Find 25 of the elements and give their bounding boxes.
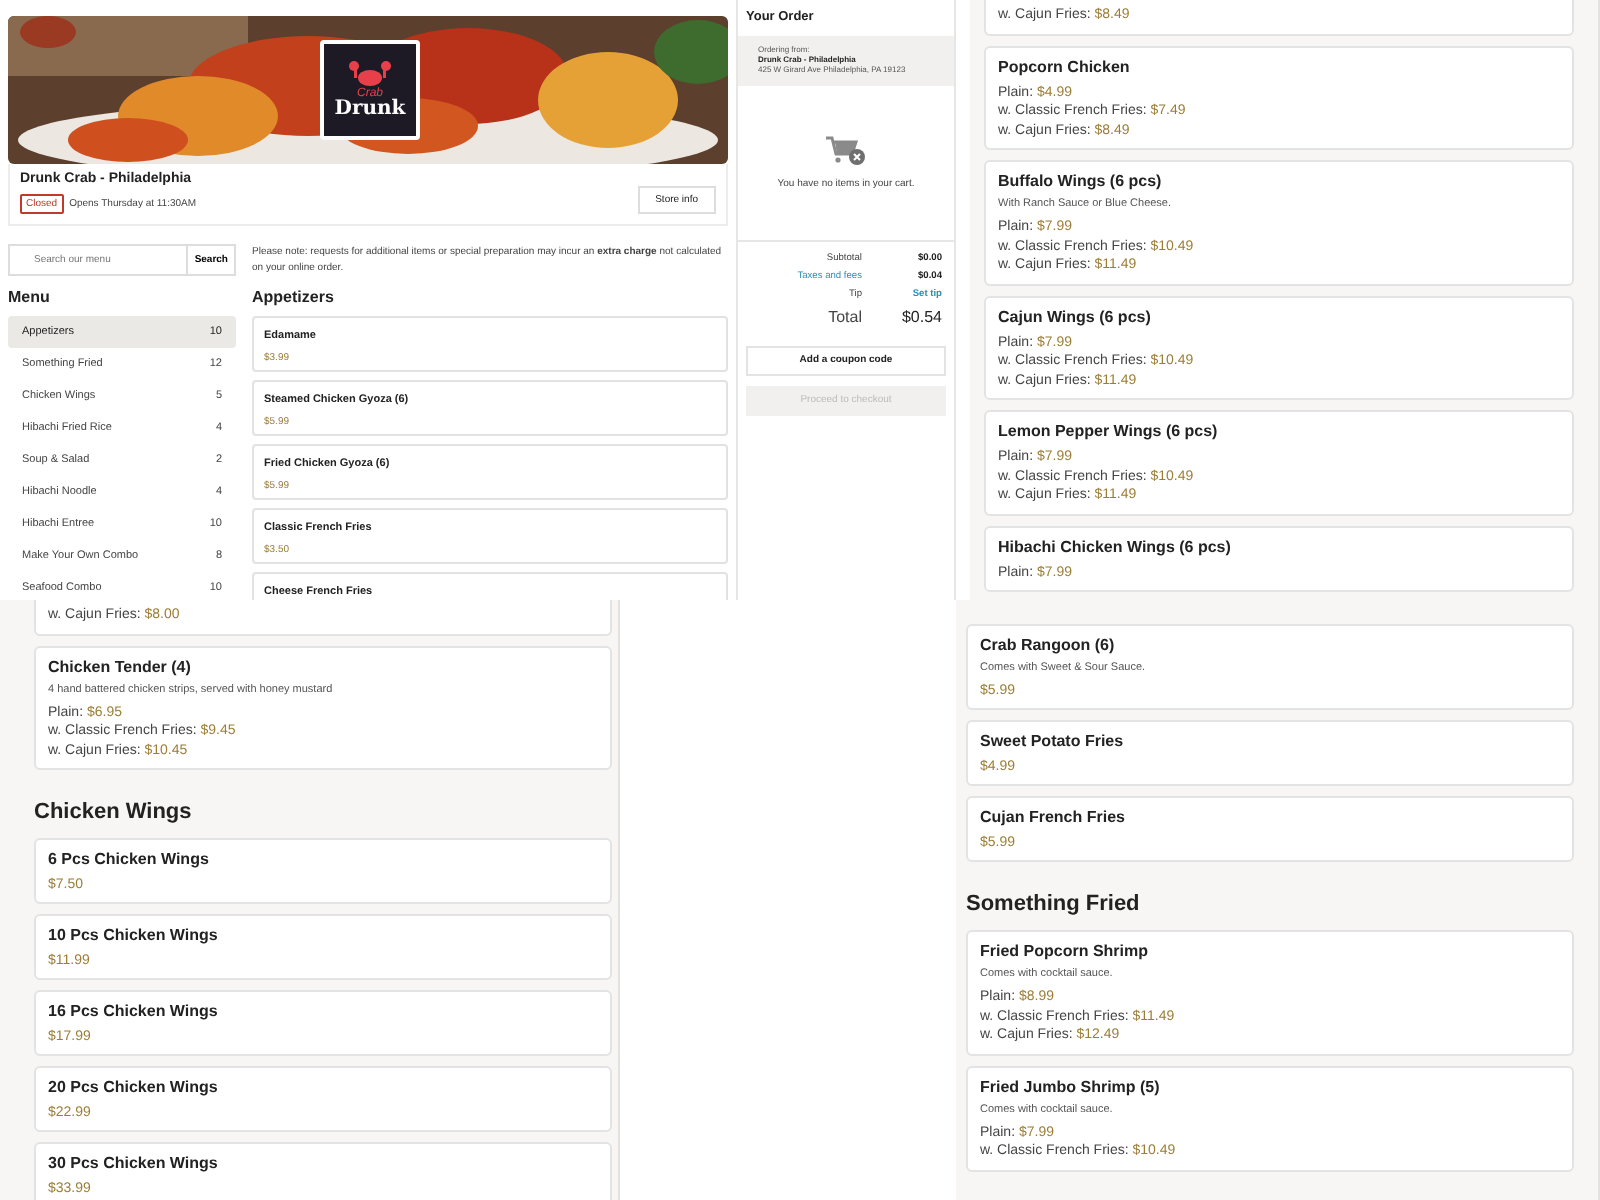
menu-heading: Menu — [8, 288, 52, 306]
item-name: 10 Pcs Chicken Wings — [48, 926, 220, 946]
item-name: 6 Pcs Chicken Wings — [48, 850, 211, 870]
empty-cart-icon — [826, 134, 866, 167]
item-name: Hibachi Chicken Wings (6 pcs) — [998, 537, 1233, 557]
item-name: 30 Pcs Chicken Wings — [48, 1154, 220, 1174]
item-name: Crab Rangoon (6) — [980, 636, 1117, 656]
item-name: Popcorn Chicken — [998, 57, 1132, 77]
section-heading: Appetizers — [252, 288, 336, 306]
total-value: $0.54 — [899, 307, 942, 326]
item-name: Cujan French Fries — [980, 808, 1127, 828]
crab-icon — [348, 60, 392, 88]
logo-text: Drunk — [334, 100, 406, 120]
item-name: 16 Pcs Chicken Wings — [48, 1002, 220, 1022]
item-name: Chicken Tender (4) — [48, 657, 193, 677]
item-name: 20 Pcs Chicken Wings — [48, 1078, 220, 1098]
item-name: Sweet Potato Fries — [980, 732, 1126, 752]
section-heading: Something Fried — [966, 892, 1142, 918]
item-name: Fried Jumbo Shrimp (5) — [980, 1077, 1162, 1097]
item-name: Cajun Wings (6 pcs) — [998, 307, 1153, 327]
item-name: Lemon Pepper Wings (6 pcs) — [998, 422, 1220, 442]
section-heading: Chicken Wings — [34, 800, 194, 826]
item-name: Buffalo Wings (6 pcs) — [998, 172, 1164, 192]
total-label: Total — [826, 307, 862, 326]
item-name: Fried Popcorn Shrimp — [980, 942, 1151, 962]
